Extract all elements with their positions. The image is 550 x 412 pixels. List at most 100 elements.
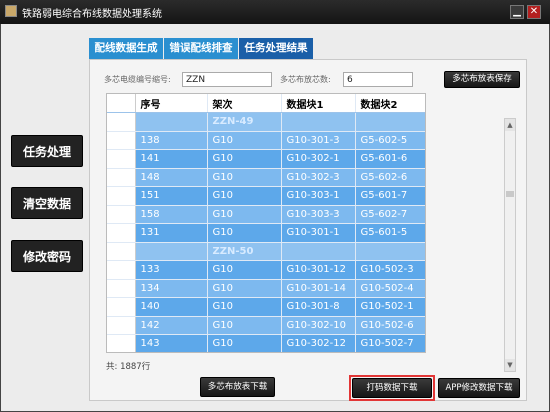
table-row[interactable]: 148 G10 G10-302-3 G5-602-6 (107, 168, 425, 187)
cell-seq[interactable]: 142 (135, 316, 208, 335)
cell-block2[interactable]: G10-502-4 (355, 279, 425, 298)
cell-block1[interactable]: G10-303-3 (281, 205, 356, 224)
grid-scrollbar[interactable]: ▲ ▼ (504, 118, 516, 372)
task-process-button[interactable]: 任务处理 (11, 135, 83, 167)
scroll-down-icon[interactable]: ▼ (505, 359, 515, 371)
row-header-cell[interactable] (107, 334, 136, 352)
cell-block2[interactable]: G5-601-7 (355, 186, 425, 206)
download-multicore-table-button[interactable]: 多芯布放表下载 (200, 377, 275, 397)
cell-block1[interactable]: G10-302-1 (281, 149, 356, 169)
cell-rack[interactable]: G10 (207, 205, 282, 224)
cable-number-input[interactable] (182, 72, 272, 87)
download-print-data-button[interactable]: 打码数据下载 (352, 378, 432, 398)
cell-block1[interactable]: G10-301-12 (281, 260, 356, 280)
row-header-cell[interactable] (107, 186, 136, 206)
table-row[interactable]: 142 G10 G10-302-10 G10-502-6 (107, 316, 425, 335)
col-header-block1[interactable]: 数据块1 (281, 94, 356, 113)
cell-seq[interactable]: 140 (135, 297, 208, 317)
table-row[interactable]: 141 G10 G10-302-1 G5-601-6 (107, 149, 425, 169)
scroll-up-icon[interactable]: ▲ (505, 119, 515, 131)
cell-rack[interactable]: G10 (207, 297, 282, 317)
table-row[interactable]: 151 G10 G10-303-1 G5-601-7 (107, 186, 425, 206)
row-header-cell[interactable] (107, 242, 136, 261)
group-empty-cell[interactable] (281, 242, 356, 261)
cell-block1[interactable]: G10-303-1 (281, 186, 356, 206)
cell-rack[interactable]: G10 (207, 260, 282, 280)
row-header-cell[interactable] (107, 205, 136, 224)
group-row[interactable]: ZZN-50 (107, 242, 425, 261)
cell-rack[interactable]: G10 (207, 334, 282, 352)
cell-seq[interactable]: 151 (135, 186, 208, 206)
table-row[interactable]: 133 G10 G10-301-12 G10-502-3 (107, 260, 425, 280)
row-header-cell[interactable] (107, 297, 136, 317)
cell-seq[interactable]: 134 (135, 279, 208, 298)
col-header-seq[interactable]: 序号 (135, 94, 208, 113)
group-name-cell[interactable]: ZZN-49 (207, 112, 282, 132)
close-button[interactable]: ✕ (527, 5, 541, 19)
col-header-rack[interactable]: 架次 (207, 94, 282, 113)
row-header-cell[interactable] (107, 112, 136, 132)
cell-block1[interactable]: G10-301-8 (281, 297, 356, 317)
cell-rack[interactable]: G10 (207, 131, 282, 150)
cell-rack[interactable]: G10 (207, 186, 282, 206)
save-multicore-table-button[interactable]: 多芯布放表保存 (444, 71, 520, 88)
table-row[interactable]: 143 G10 G10-302-12 G10-502-7 (107, 334, 425, 352)
cell-rack[interactable]: G10 (207, 168, 282, 187)
cell-block2[interactable]: G5-602-6 (355, 168, 425, 187)
cell-block2[interactable]: G5-602-5 (355, 131, 425, 150)
row-header-cell[interactable] (107, 223, 136, 243)
row-header-cell[interactable] (107, 279, 136, 298)
group-empty-cell[interactable] (281, 112, 356, 132)
cell-block1[interactable]: G10-301-14 (281, 279, 356, 298)
clear-data-button[interactable]: 清空数据 (11, 187, 83, 219)
tab-wiring-error-check[interactable]: 错误配线排查 (164, 38, 238, 59)
cell-seq[interactable]: 143 (135, 334, 208, 352)
cell-rack[interactable]: G10 (207, 149, 282, 169)
cell-block1[interactable]: G10-302-3 (281, 168, 356, 187)
cell-seq[interactable]: 158 (135, 205, 208, 224)
cell-block2[interactable]: G5-601-5 (355, 223, 425, 243)
scroll-thumb[interactable] (506, 191, 514, 197)
core-count-input[interactable] (343, 72, 413, 87)
change-password-button[interactable]: 修改密码 (11, 240, 83, 272)
group-row[interactable]: ZZN-49 (107, 112, 425, 132)
row-header-cell[interactable] (107, 131, 136, 150)
tab-task-result[interactable]: 任务处理结果 (239, 38, 313, 59)
table-row[interactable]: 158 G10 G10-303-3 G5-602-7 (107, 205, 425, 224)
cell-seq[interactable]: 138 (135, 131, 208, 150)
cell-seq[interactable]: 131 (135, 223, 208, 243)
tab-wiring-data-generate[interactable]: 配线数据生成 (89, 38, 163, 59)
table-row[interactable]: 131 G10 G10-301-1 G5-601-5 (107, 223, 425, 243)
cell-block1[interactable]: G10-302-10 (281, 316, 356, 335)
cell-block1[interactable]: G10-301-3 (281, 131, 356, 150)
table-row[interactable]: 134 G10 G10-301-14 G10-502-4 (107, 279, 425, 298)
cell-block2[interactable]: G10-502-3 (355, 260, 425, 280)
cell-block1[interactable]: G10-302-12 (281, 334, 356, 352)
minimize-button[interactable]: ▁ (510, 5, 524, 19)
group-empty-cell[interactable] (135, 112, 208, 132)
table-row[interactable]: 138 G10 G10-301-3 G5-602-5 (107, 131, 425, 150)
cell-block2[interactable]: G5-602-7 (355, 205, 425, 224)
cell-block1[interactable]: G10-301-1 (281, 223, 356, 243)
cell-rack[interactable]: G10 (207, 279, 282, 298)
cell-seq[interactable]: 148 (135, 168, 208, 187)
col-header-block2[interactable]: 数据块2 (355, 94, 425, 113)
group-name-cell[interactable]: ZZN-50 (207, 242, 282, 261)
table-row[interactable]: 140 G10 G10-301-8 G10-502-1 (107, 297, 425, 317)
cell-seq[interactable]: 133 (135, 260, 208, 280)
row-header-cell[interactable] (107, 260, 136, 280)
cell-rack[interactable]: G10 (207, 316, 282, 335)
group-empty-cell[interactable] (355, 242, 425, 261)
download-app-data-button[interactable]: APP修改数据下载 (438, 378, 520, 398)
cell-block2[interactable]: G10-502-6 (355, 316, 425, 335)
cell-block2[interactable]: G5-601-6 (355, 149, 425, 169)
cell-seq[interactable]: 141 (135, 149, 208, 169)
row-header-cell[interactable] (107, 149, 136, 169)
row-header-cell[interactable] (107, 316, 136, 335)
group-empty-cell[interactable] (355, 112, 425, 132)
cell-block2[interactable]: G10-502-7 (355, 334, 425, 352)
group-empty-cell[interactable] (135, 242, 208, 261)
cell-block2[interactable]: G10-502-1 (355, 297, 425, 317)
cell-rack[interactable]: G10 (207, 223, 282, 243)
row-header-cell[interactable] (107, 168, 136, 187)
